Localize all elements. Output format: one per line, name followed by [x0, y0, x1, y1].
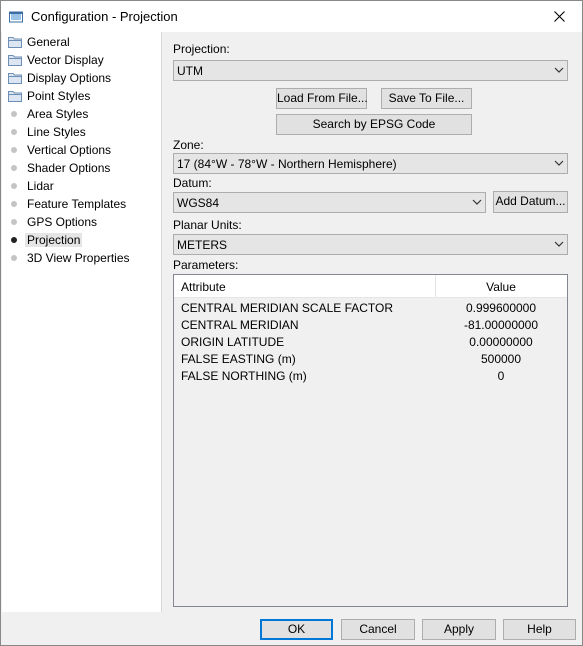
table-row[interactable]: FALSE EASTING (m) 500000: [174, 350, 567, 367]
nav-item-label: Shader Options: [27, 161, 111, 175]
parameters-table[interactable]: Attribute Value CENTRAL MERIDIAN SCALE F…: [173, 274, 568, 607]
attribute-cell: CENTRAL MERIDIAN: [181, 318, 299, 332]
nav-item-label: Area Styles: [27, 107, 89, 121]
nav-item-label: Point Styles: [27, 89, 91, 103]
help-button[interactable]: Help: [503, 619, 576, 640]
bullet-icon: [11, 147, 17, 153]
nav-item-general[interactable]: General: [2, 33, 160, 51]
nav-item-feature-templates[interactable]: Feature Templates: [2, 195, 160, 213]
bullet-icon: [11, 129, 17, 135]
value-cell: 0.999600000: [465, 301, 537, 315]
search-epsg-button[interactable]: Search by EPSG Code: [276, 114, 472, 135]
projection-value: UTM: [177, 64, 203, 78]
nav-item-label: 3D View Properties: [27, 251, 130, 265]
title-bar: Configuration - Projection: [1, 1, 582, 32]
close-icon: [553, 11, 565, 22]
category-tree: General Vector Display Display Options P…: [2, 32, 162, 612]
bullet-icon: [11, 165, 17, 171]
folder-icon: [8, 37, 22, 48]
projection-label: Projection:: [173, 42, 230, 56]
nav-item-display-options[interactable]: Display Options: [2, 69, 160, 87]
table-row[interactable]: CENTRAL MERIDIAN SCALE FACTOR 0.99960000…: [174, 299, 567, 316]
planar-units-value: METERS: [177, 238, 228, 252]
zone-label: Zone:: [173, 138, 204, 152]
app-icon: [9, 11, 23, 23]
nav-item-gps-options[interactable]: GPS Options: [2, 213, 160, 231]
dialog-button-bar: OK Cancel Apply Help: [1, 612, 582, 645]
chevron-down-icon: [554, 67, 564, 73]
column-header-value[interactable]: Value: [436, 280, 566, 294]
table-row[interactable]: FALSE NORTHING (m) 0: [174, 367, 567, 384]
zone-value: 17 (84°W - 78°W - Northern Hemisphere): [177, 157, 397, 171]
folder-icon: [8, 73, 22, 84]
add-datum-button[interactable]: Add Datum...: [493, 191, 568, 213]
parameters-label: Parameters:: [173, 258, 239, 272]
nav-item-lidar[interactable]: Lidar: [2, 177, 160, 195]
nav-item-label: Vertical Options: [27, 143, 112, 157]
zone-dropdown[interactable]: 17 (84°W - 78°W - Northern Hemisphere): [173, 153, 568, 174]
bullet-icon: [11, 255, 17, 261]
planar-units-dropdown[interactable]: METERS: [173, 234, 568, 255]
bullet-icon: [11, 237, 17, 243]
nav-item-label: Vector Display: [27, 53, 104, 67]
column-header-attribute[interactable]: Attribute: [181, 280, 226, 294]
cancel-button[interactable]: Cancel: [341, 619, 415, 640]
projection-panel: Projection: UTM Load From File... Save T…: [163, 32, 582, 612]
nav-item-area-styles[interactable]: Area Styles: [2, 105, 160, 123]
datum-dropdown[interactable]: WGS84: [173, 192, 486, 213]
window-title: Configuration - Projection: [31, 9, 178, 24]
datum-value: WGS84: [177, 196, 220, 210]
attribute-cell: FALSE NORTHING (m): [181, 369, 307, 383]
planar-units-label: Planar Units:: [173, 218, 242, 232]
nav-item-line-styles[interactable]: Line Styles: [2, 123, 160, 141]
bullet-icon: [11, 183, 17, 189]
bullet-icon: [11, 201, 17, 207]
load-from-file-button[interactable]: Load From File...: [276, 88, 368, 109]
nav-item-3d-view-properties[interactable]: 3D View Properties: [2, 249, 160, 267]
nav-item-vector-display[interactable]: Vector Display: [2, 51, 160, 69]
nav-item-label: Line Styles: [27, 125, 86, 139]
attribute-cell: FALSE EASTING (m): [181, 352, 296, 366]
attribute-cell: CENTRAL MERIDIAN SCALE FACTOR: [181, 301, 394, 315]
folder-icon: [8, 91, 22, 102]
nav-item-label: GPS Options: [27, 215, 98, 229]
attribute-cell: ORIGIN LATITUDE: [181, 335, 285, 349]
configuration-window: Configuration - Projection General Vecto…: [0, 0, 583, 646]
bullet-icon: [11, 219, 17, 225]
table-row[interactable]: CENTRAL MERIDIAN -81.00000000: [174, 316, 567, 333]
value-cell: 0.00000000: [469, 335, 533, 349]
nav-item-label: General: [27, 35, 70, 49]
table-header: Attribute Value: [174, 275, 567, 298]
nav-item-label: Projection: [25, 233, 83, 247]
nav-item-label: Feature Templates: [27, 197, 127, 211]
close-button[interactable]: [536, 1, 582, 32]
nav-item-label: Lidar: [27, 179, 54, 193]
apply-button[interactable]: Apply: [422, 619, 496, 640]
ok-button[interactable]: OK: [260, 619, 333, 640]
projection-dropdown[interactable]: UTM: [173, 60, 568, 81]
folder-icon: [8, 55, 22, 66]
nav-item-label: Display Options: [27, 71, 112, 85]
table-row[interactable]: ORIGIN LATITUDE 0.00000000: [174, 333, 567, 350]
save-to-file-button[interactable]: Save To File...: [381, 88, 472, 109]
nav-item-shader-options[interactable]: Shader Options: [2, 159, 160, 177]
datum-label: Datum:: [173, 176, 212, 190]
bullet-icon: [11, 111, 17, 117]
value-cell: 500000: [480, 352, 522, 366]
chevron-down-icon: [554, 160, 564, 166]
nav-item-point-styles[interactable]: Point Styles: [2, 87, 160, 105]
value-cell: 0: [497, 369, 505, 383]
chevron-down-icon: [472, 199, 482, 205]
value-cell: -81.00000000: [463, 318, 539, 332]
nav-item-projection[interactable]: Projection: [2, 231, 160, 249]
nav-item-vertical-options[interactable]: Vertical Options: [2, 141, 160, 159]
chevron-down-icon: [554, 241, 564, 247]
